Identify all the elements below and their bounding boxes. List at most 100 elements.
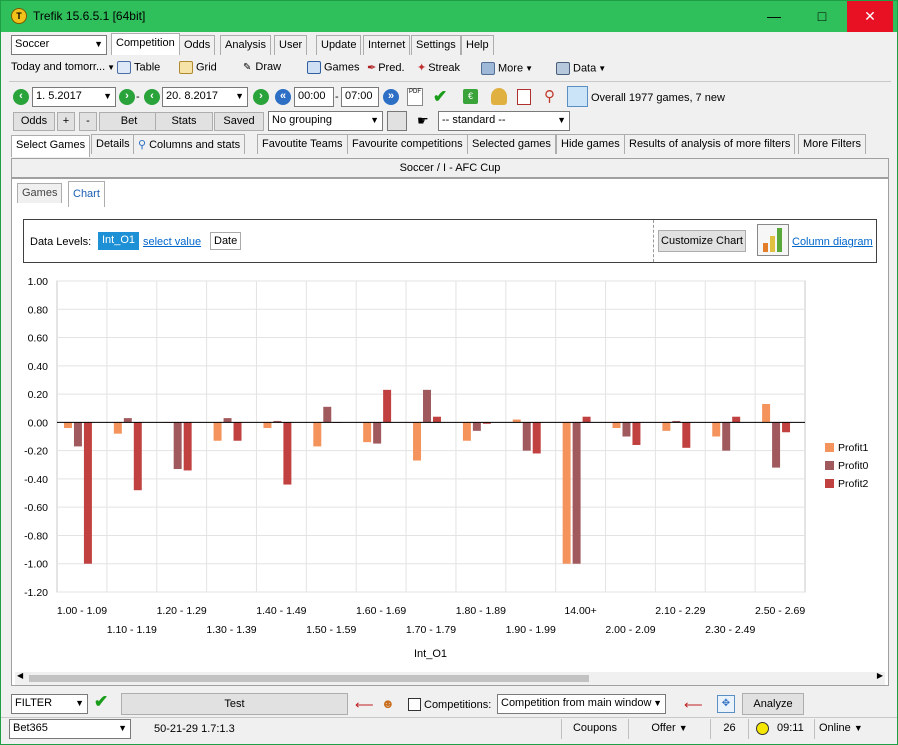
x-tick-label: 2.00 - 2.09 <box>605 624 655 636</box>
x-tick-label: 2.10 - 2.29 <box>655 605 705 617</box>
legend-swatch <box>825 461 834 470</box>
chevron-down-icon: ▼ <box>653 698 662 708</box>
y-tick-label: -1.00 <box>24 559 48 571</box>
bar <box>762 403 771 423</box>
legend-profit0: Profit0 <box>825 460 868 472</box>
arrow-left-icon[interactable]: ⟵ <box>684 697 703 713</box>
plot-area <box>56 280 806 593</box>
y-tick-label: -0.60 <box>24 502 48 514</box>
coupons-button[interactable]: Coupons <box>561 719 629 739</box>
bar <box>522 422 531 451</box>
clock-text: 09:11 <box>773 719 815 739</box>
bar <box>782 422 791 433</box>
bar <box>113 422 122 434</box>
legend-label: Profit2 <box>838 478 869 490</box>
bar <box>712 422 721 437</box>
offer-button[interactable]: Offer ▼ <box>629 719 711 739</box>
x-tick-label: 1.80 - 1.89 <box>456 605 506 617</box>
competition-source-select[interactable]: Competition from main window ▼ <box>497 694 666 714</box>
bar <box>622 422 631 437</box>
legend-label: Profit0 <box>838 460 869 472</box>
offer-label: Offer <box>651 722 676 734</box>
bar <box>562 422 571 564</box>
y-tick-label: 1.00 <box>28 276 49 288</box>
legend-label: Profit1 <box>838 442 869 454</box>
x-tick-label: 14.00+ <box>564 605 596 617</box>
chevron-down-icon: ▼ <box>75 698 84 708</box>
competitions-label: Competitions: <box>424 699 492 711</box>
bar <box>183 422 192 471</box>
bookmaker-select[interactable]: Bet365 ▼ <box>9 719 131 739</box>
x-tick-label: 1.50 - 1.59 <box>306 624 356 636</box>
bar <box>572 422 581 564</box>
y-tick-label: 0.00 <box>28 417 49 429</box>
move-icon[interactable]: ✥ <box>717 695 735 713</box>
bar <box>722 422 731 451</box>
count-badge: 26 <box>711 719 749 739</box>
competition-source-value: Competition from main window <box>501 697 652 709</box>
bar <box>383 389 392 423</box>
chevron-down-icon: ▼ <box>678 723 688 733</box>
check-icon[interactable]: ✔ <box>94 692 108 712</box>
x-tick-label: 1.60 - 1.69 <box>356 605 406 617</box>
y-tick-label: 0.80 <box>28 304 49 316</box>
y-tick-label: 0.60 <box>28 333 49 345</box>
x-tick-label: 1.10 - 1.19 <box>107 624 157 636</box>
x-tick-label: 1.70 - 1.79 <box>406 624 456 636</box>
record-text: 50-21-29 1.7:1.3 <box>154 723 235 735</box>
bar <box>223 418 232 423</box>
bar <box>133 422 142 491</box>
horizontal-scrollbar[interactable]: ◀ ▶ <box>15 671 885 685</box>
bar <box>233 422 242 441</box>
scroll-left-icon[interactable]: ◀ <box>17 671 23 680</box>
bar <box>73 422 82 447</box>
bar <box>662 422 671 431</box>
scroll-right-icon[interactable]: ▶ <box>877 671 883 680</box>
competitions-checkbox[interactable] <box>408 698 421 711</box>
legend-profit1: Profit1 <box>825 442 868 454</box>
legend-profit2: Profit2 <box>825 478 868 490</box>
bar <box>462 422 471 441</box>
bar <box>83 422 92 564</box>
status-divider <box>1 717 897 718</box>
filter-select[interactable]: FILTER ▼ <box>11 694 88 714</box>
x-tick-label: 2.30 - 2.49 <box>705 624 755 636</box>
bar <box>532 422 541 454</box>
bar <box>363 422 372 443</box>
y-tick-label: -1.20 <box>24 587 48 599</box>
bar <box>772 422 781 468</box>
filter-value: FILTER <box>15 697 53 709</box>
bar <box>732 416 741 423</box>
bookmaker-value: Bet365 <box>13 722 48 734</box>
analyze-button[interactable]: Analyze <box>742 693 804 715</box>
bar <box>63 422 72 429</box>
bar <box>323 406 332 423</box>
online-button[interactable]: Online ▼ <box>815 719 881 739</box>
y-tick-label: 0.40 <box>28 361 49 373</box>
y-tick-label: -0.40 <box>24 474 48 486</box>
bar <box>472 422 481 431</box>
bar <box>283 422 292 485</box>
bar <box>213 422 222 441</box>
bar <box>612 422 621 429</box>
legend-swatch <box>825 479 834 488</box>
x-tick-label: 2.50 - 2.69 <box>755 605 805 617</box>
bar <box>123 418 132 423</box>
bar <box>682 422 691 448</box>
bar <box>582 416 591 423</box>
x-axis-title: Int_O1 <box>414 648 448 660</box>
scrollbar-thumb[interactable] <box>29 675 589 682</box>
bar <box>413 422 422 461</box>
bar-chart: 1.00 0.80 0.60 0.40 0.20 0.00 -0.20 -0.40 -0.60 -… <box>24 276 806 636</box>
y-tick-label: -0.80 <box>24 530 48 542</box>
x-tick-label: 1.20 - 1.29 <box>157 605 207 617</box>
test-button[interactable]: Test <box>121 693 348 715</box>
arrow-left-icon[interactable]: ⟵ <box>355 697 374 713</box>
legend-swatch <box>825 443 834 452</box>
y-tick-label: -0.20 <box>24 446 48 458</box>
people-icon[interactable]: ☻ <box>381 696 395 711</box>
x-tick-label: 1.40 - 1.49 <box>256 605 306 617</box>
bar <box>373 422 382 444</box>
x-tick-label: 1.30 - 1.39 <box>206 624 256 636</box>
online-label: Online <box>819 722 851 734</box>
